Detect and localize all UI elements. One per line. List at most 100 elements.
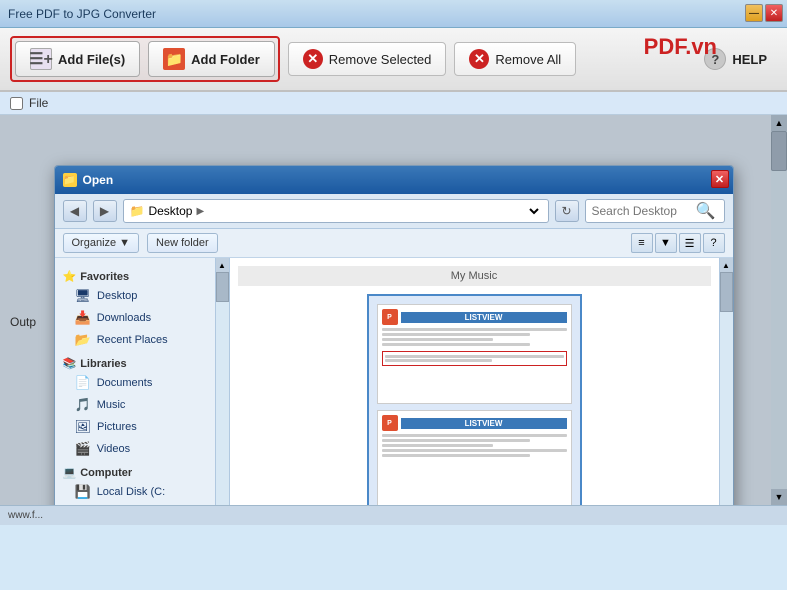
computer-icon: 💻 — [63, 466, 77, 479]
status-text: www.f... — [8, 510, 43, 521]
forward-button[interactable]: ▶ — [93, 200, 117, 222]
recent-icon: 📂 — [75, 332, 91, 348]
add-group: ☰+ Add File(s) 📁 Add Folder — [10, 36, 280, 82]
pdf-line — [382, 434, 567, 437]
file-row: File — [0, 92, 787, 115]
view-buttons: ≡ ▼ ☰ ? — [631, 233, 725, 253]
address-chevron: ▶ — [196, 206, 204, 217]
pdf-logo: PDF.vn — [644, 34, 717, 60]
pdf-line — [382, 449, 567, 452]
address-box: 📁 Desktop ▶ — [123, 199, 549, 223]
new-folder-button[interactable]: New folder — [147, 233, 218, 253]
files-scrollbar[interactable]: ▲ ▼ — [719, 258, 733, 505]
remove-selected-button[interactable]: ✕ Remove Selected — [288, 42, 447, 76]
sidebar-item-pictures[interactable]: 🖼 Pictures — [55, 416, 229, 438]
sidebar-scrollbar[interactable]: ▲ ▼ — [215, 258, 229, 505]
back-button[interactable]: ◀ — [63, 200, 87, 222]
sidebar-item-desktop[interactable]: 🖥 Desktop — [55, 285, 229, 307]
organize-button[interactable]: Organize ▼ — [63, 233, 140, 253]
status-bar: www.f... — [0, 505, 787, 525]
address-text: Desktop — [148, 204, 192, 218]
pdf-page-2-header: P LISTVIEW — [382, 415, 567, 431]
pdf-line — [382, 338, 493, 341]
pictures-icon: 🖼 — [75, 419, 92, 435]
dialog-title: Open — [83, 173, 114, 187]
remove-all-icon: ✕ — [469, 49, 489, 69]
pdf-page-1-header: P LISTVIEW — [382, 309, 567, 325]
sidebar-scroll-thumb[interactable] — [216, 272, 229, 302]
dialog-close-button[interactable]: ✕ — [711, 170, 729, 188]
remove-selected-label: Remove Selected — [329, 52, 432, 67]
pdf-page-1-lines — [382, 328, 567, 366]
computer-label: 💻 Computer — [55, 460, 229, 481]
sidebar-scroll-track — [216, 272, 229, 505]
dialog-content: ⭐ Favorites 🖥 Desktop 📥 Downloads 📂 Rece… — [55, 258, 733, 505]
pdf-page-1-title: LISTVIEW — [401, 312, 567, 323]
add-folder-button[interactable]: 📁 Add Folder — [148, 41, 275, 77]
organize-label: Organize — [72, 237, 117, 249]
pdf-red-box-1 — [382, 351, 567, 366]
pdf-page-2: P LISTVIEW — [377, 410, 572, 505]
open-dialog: 📁 Open ✕ ◀ ▶ 📁 Desktop ▶ ↻ 🔍 — [54, 165, 734, 505]
pdf-line — [385, 355, 564, 358]
videos-icon: 🎬 — [75, 441, 91, 457]
sidebar-item-music[interactable]: 🎵 Music — [55, 394, 229, 416]
my-music-folder[interactable]: My Music — [238, 266, 711, 286]
file-column-label: File — [29, 96, 48, 110]
sidebar-scroll-up[interactable]: ▲ — [216, 258, 229, 272]
libraries-label: 📚 Libraries — [55, 351, 229, 372]
dialog-address-bar: ◀ ▶ 📁 Desktop ▶ ↻ 🔍 — [55, 194, 733, 229]
file-preview-selected[interactable]: P LISTVIEW — [367, 294, 582, 505]
sidebar-item-local-disk[interactable]: 💾 Local Disk (C: — [55, 481, 229, 503]
pdf-page-2-lines — [382, 434, 567, 457]
new-folder-label: New folder — [156, 237, 209, 249]
pdf-line — [382, 328, 567, 331]
view-details-button[interactable]: ☰ — [679, 233, 701, 253]
file-checkbox[interactable] — [10, 97, 23, 110]
dialog-title-icon: 📁 — [63, 173, 77, 187]
documents-icon: 📄 — [75, 375, 91, 391]
title-controls: — ✕ — [745, 4, 783, 22]
favorites-star-icon: ⭐ — [63, 270, 77, 283]
address-select[interactable] — [208, 201, 541, 221]
pdf-line — [382, 333, 530, 336]
close-button[interactable]: ✕ — [765, 4, 783, 22]
search-input[interactable] — [592, 204, 692, 218]
files-scroll-thumb[interactable] — [720, 272, 733, 312]
local-disk-icon: 💾 — [75, 484, 91, 500]
minimize-button[interactable]: — — [745, 4, 763, 22]
pdf-line — [385, 359, 492, 362]
dialog-sidebar: ⭐ Favorites 🖥 Desktop 📥 Downloads 📂 Rece… — [55, 258, 230, 505]
help-label: HELP — [732, 52, 767, 67]
music-icon: 🎵 — [75, 397, 91, 413]
view-list-button[interactable]: ≡ — [631, 233, 653, 253]
add-files-icon: ☰+ — [30, 48, 52, 70]
pdf-logo-icon-2: P — [382, 415, 398, 431]
help-dialog-button[interactable]: ? — [703, 233, 725, 253]
sidebar-item-recent[interactable]: 📂 Recent Places — [55, 329, 229, 351]
pdf-line — [382, 444, 493, 447]
title-bar: Free PDF to JPG Converter — ✕ — [0, 0, 787, 28]
view-dropdown-button[interactable]: ▼ — [655, 233, 677, 253]
toolbar: ☰+ Add File(s) 📁 Add Folder ✕ Remove Sel… — [0, 28, 787, 92]
files-scroll-up[interactable]: ▲ — [720, 258, 733, 272]
refresh-button[interactable]: ↻ — [555, 200, 579, 222]
sidebar-item-programs[interactable]: 💾 PROGRAMS ( — [55, 503, 229, 505]
search-box: 🔍 — [585, 199, 725, 223]
remove-selected-icon: ✕ — [303, 49, 323, 69]
dialog-overlay: 📁 Open ✕ ◀ ▶ 📁 Desktop ▶ ↻ 🔍 — [0, 115, 787, 505]
sidebar-item-documents[interactable]: 📄 Documents — [55, 372, 229, 394]
remove-all-button[interactable]: ✕ Remove All — [454, 42, 576, 76]
add-files-label: Add File(s) — [58, 52, 125, 67]
pdf-page-2-title: LISTVIEW — [401, 418, 567, 429]
favorites-label: ⭐ Favorites — [55, 264, 229, 285]
add-files-button[interactable]: ☰+ Add File(s) — [15, 41, 140, 77]
dialog-title-bar: 📁 Open ✕ — [55, 166, 733, 194]
downloads-icon: 📥 — [75, 310, 91, 326]
sidebar-item-downloads[interactable]: 📥 Downloads — [55, 307, 229, 329]
address-folder-icon: 📁 — [130, 204, 145, 218]
files-scroll-track — [720, 272, 733, 505]
sidebar-item-videos[interactable]: 🎬 Videos — [55, 438, 229, 460]
add-folder-label: Add Folder — [191, 52, 260, 67]
pdf-line — [382, 343, 530, 346]
